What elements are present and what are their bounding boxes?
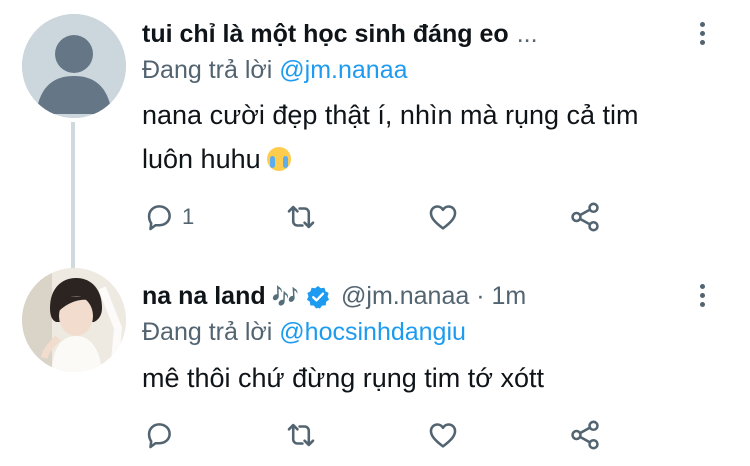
default-avatar-icon [22, 14, 126, 118]
like-button[interactable] [426, 200, 460, 234]
mention-link[interactable]: @jm.nanaa [279, 56, 407, 84]
music-notes-icon: 🎶 [271, 283, 300, 309]
avatar[interactable] [22, 268, 126, 372]
like-icon [429, 423, 457, 448]
tweet-text: nana cười đẹp thật í, nhìn mà rụng cả ti… [142, 93, 702, 181]
name-ellipsis: ... [516, 20, 538, 48]
more-icon[interactable] [700, 22, 706, 49]
reply-count: 1 [182, 204, 195, 229]
tweet-text-line: luôn huhu [142, 137, 702, 181]
retweet-button[interactable] [284, 418, 318, 452]
display-name[interactable]: tui chỉ là một học sinh đáng eo [142, 20, 509, 49]
tweet-header: na na land 🎶 @jm.nanaa · 1m [142, 282, 526, 311]
tweet-actions [142, 418, 622, 458]
replying-to-label: Đang trả lời [142, 318, 273, 346]
tweet-text-line: mê thôi chứ đừng rụng tim tớ xótt [142, 363, 545, 393]
tweet-text: mê thôi chứ đừng rụng tim tớ xótt [142, 356, 702, 400]
display-name[interactable]: na na land [142, 282, 266, 311]
replying-to: Đang trả lời @jm.nanaa [142, 56, 408, 85]
tweet-actions: 1 [142, 200, 622, 240]
tweet-1[interactable]: tui chỉ là một học sinh đáng eo ... Đang… [0, 0, 750, 268]
thread-line [71, 122, 75, 268]
reply-icon [147, 205, 171, 231]
retweet-icon [287, 423, 315, 447]
share-icon [571, 202, 599, 232]
replying-to: Đang trả lời @hocsinhdangiu [142, 318, 466, 347]
tweet-text-line: nana cười đẹp thật í, nhìn mà rụng cả ti… [142, 100, 639, 130]
mention-link[interactable]: @hocsinhdangiu [279, 318, 466, 346]
more-icon[interactable] [700, 284, 706, 311]
handle-and-time[interactable]: @jm.nanaa · 1m [341, 282, 526, 311]
like-button[interactable] [426, 418, 460, 452]
tweet-header: tui chỉ là một học sinh đáng eo ... [142, 20, 538, 49]
tweet-2[interactable]: na na land 🎶 @jm.nanaa · 1m Đang trả lời… [0, 262, 750, 466]
loudly-crying-emoji-icon [266, 147, 291, 171]
like-icon [429, 205, 457, 230]
reply-button[interactable]: 1 [142, 200, 194, 234]
user-photo-avatar [22, 268, 126, 372]
tweet-text-segment: luôn huhu [142, 144, 261, 174]
share-button[interactable] [568, 200, 602, 234]
reply-button[interactable] [142, 418, 176, 452]
avatar[interactable] [22, 14, 126, 118]
share-icon [571, 420, 599, 450]
replying-to-label: Đang trả lời [142, 56, 273, 84]
reply-icon [147, 423, 171, 449]
retweet-icon [287, 205, 315, 229]
share-button[interactable] [568, 418, 602, 452]
retweet-button[interactable] [284, 200, 318, 234]
verified-icon [305, 284, 331, 310]
